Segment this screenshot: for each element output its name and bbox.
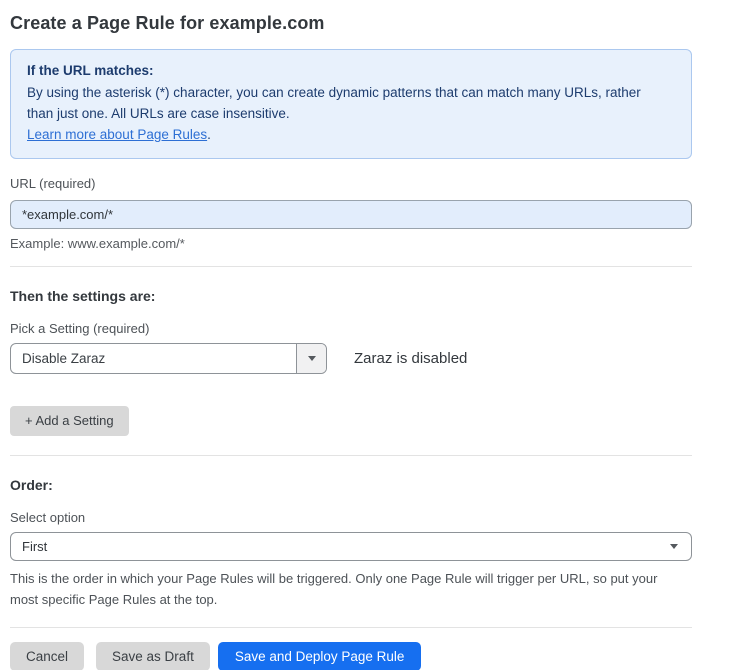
settings-section-heading: Then the settings are: [10, 288, 692, 304]
cancel-button[interactable]: Cancel [10, 642, 84, 670]
setting-row: Disable Zaraz Zaraz is disabled [10, 343, 692, 374]
divider [10, 455, 692, 456]
save-and-deploy-button[interactable]: Save and Deploy Page Rule [218, 642, 422, 670]
url-field-label: URL (required) [10, 176, 692, 191]
learn-more-link[interactable]: Learn more about Page Rules [27, 127, 207, 142]
page-rule-form: Create a Page Rule for example.com If th… [0, 0, 702, 670]
add-setting-button[interactable]: + Add a Setting [10, 406, 129, 436]
info-box-link-line: Learn more about Page Rules. [27, 124, 675, 145]
setting-status-text: Zaraz is disabled [354, 350, 467, 367]
action-buttons-row: Cancel Save as Draft Save and Deploy Pag… [10, 642, 692, 670]
setting-select[interactable]: Disable Zaraz [10, 343, 327, 374]
link-period: . [207, 127, 211, 142]
order-help-text: This is the order in which your Page Rul… [10, 568, 682, 610]
chevron-down-icon [670, 544, 678, 549]
page-title: Create a Page Rule for example.com [10, 13, 692, 34]
divider [10, 627, 692, 628]
order-select[interactable]: First [10, 532, 692, 561]
setting-select-value: Disable Zaraz [11, 344, 296, 373]
order-select-label: Select option [10, 510, 692, 525]
url-example-hint: Example: www.example.com/* [10, 236, 692, 251]
url-match-info-box: If the URL matches: By using the asteris… [10, 49, 692, 159]
info-box-heading: If the URL matches: [27, 60, 675, 81]
divider [10, 266, 692, 267]
order-section-heading: Order: [10, 477, 692, 493]
save-as-draft-button[interactable]: Save as Draft [96, 642, 210, 670]
url-input[interactable] [10, 200, 692, 229]
setting-select-arrow-button[interactable] [296, 344, 326, 373]
info-box-body: By using the asterisk (*) character, you… [27, 82, 655, 124]
chevron-down-icon [308, 356, 316, 361]
pick-setting-label: Pick a Setting (required) [10, 321, 692, 336]
order-select-value: First [22, 539, 47, 554]
